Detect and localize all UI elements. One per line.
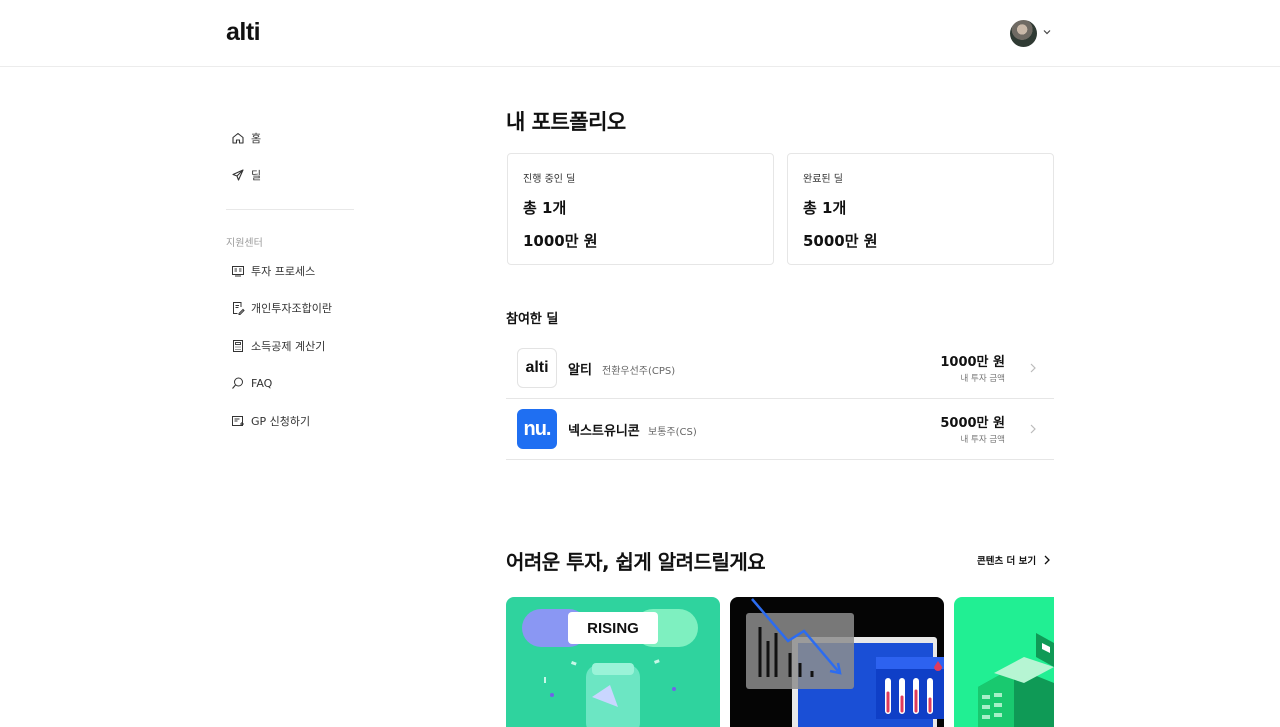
- more-content-link[interactable]: 콘텐츠 더 보기: [977, 553, 1052, 567]
- completed-deals-card: 완료된 딜 총 1개 5000만 원: [787, 153, 1054, 265]
- ongoing-deals-card: 진행 중인 딜 총 1개 1000만 원: [507, 153, 774, 265]
- participated-deals-title: 참여한 딜: [506, 312, 559, 327]
- top-header: alti: [0, 0, 1280, 67]
- support-center-heading: 지원센터: [226, 238, 263, 249]
- user-avatar[interactable]: [1010, 20, 1037, 47]
- content-card-market-chart[interactable]: [730, 597, 944, 727]
- sidebar-item-gp-apply[interactable]: GP 신청하기: [231, 412, 310, 430]
- sidebar-item-home[interactable]: 홈: [231, 129, 261, 147]
- sidebar-item-label: GP 신청하기: [251, 415, 311, 428]
- next-unicorn-logo: nu.: [517, 409, 557, 449]
- sidebar-item-label: 홈: [251, 132, 262, 145]
- home-icon: [232, 132, 244, 144]
- deal-amount: 5000만 원: [940, 416, 1005, 431]
- chevron-down-icon[interactable]: [1042, 27, 1052, 37]
- sidebar-item-deal[interactable]: 딜: [231, 166, 261, 184]
- chevron-right-icon: [1030, 363, 1036, 373]
- stat-count: 총 1개: [803, 199, 847, 217]
- calculator-icon: [233, 340, 243, 352]
- document-edit-icon: [233, 302, 245, 315]
- process-icon: [232, 266, 244, 277]
- sidebar-item-label: 소득공제 계산기: [251, 340, 326, 353]
- deal-amount-label: 내 투자 금액: [960, 435, 1005, 445]
- stat-amount: 5000만 원: [803, 232, 878, 250]
- chevron-right-icon: [1044, 555, 1050, 565]
- search-icon: [232, 377, 243, 389]
- content-section-title: 어려운 투자, 쉽게 알려드릴게요: [506, 550, 766, 574]
- rocket-icon: [232, 169, 244, 181]
- sidebar-item-tax-calculator[interactable]: 소득공제 계산기: [231, 337, 325, 355]
- market-chart-illustration: [746, 598, 944, 727]
- sidebar-item-label: FAQ: [251, 376, 273, 390]
- alti-logo[interactable]: alti: [226, 18, 261, 47]
- deal-amount-label: 내 투자 금액: [960, 374, 1005, 384]
- chevron-right-icon: [1030, 424, 1036, 434]
- content-card-building[interactable]: [954, 597, 1054, 727]
- sidebar-item-faq[interactable]: FAQ: [231, 374, 272, 392]
- stat-amount: 1000만 원: [523, 232, 598, 250]
- deal-row-alti[interactable]: alti 알티 전환우선주(CPS) 1000만 원 내 투자 금액: [506, 338, 1054, 399]
- stat-label: 진행 중인 딜: [523, 174, 576, 185]
- more-content-label: 콘텐츠 더 보기: [977, 556, 1037, 567]
- sidebar-item-label: 투자 프로세스: [251, 265, 316, 278]
- apply-icon: [232, 416, 244, 426]
- sidebar-item-label: 개인투자조합이란: [251, 302, 332, 315]
- deal-stock-type: 전환우선주(CPS): [602, 366, 676, 377]
- stat-count: 총 1개: [523, 199, 567, 217]
- rising-badge: RISING: [568, 612, 658, 644]
- deal-row-next-unicorn[interactable]: nu. 넥스트유니콘 보통주(CS) 5000만 원 내 투자 금액: [506, 399, 1054, 460]
- deal-amount: 1000만 원: [940, 355, 1005, 370]
- alti-logo: alti: [517, 348, 557, 388]
- deal-name: 알티: [568, 363, 592, 378]
- sidebar-item-process[interactable]: 투자 프로세스: [231, 262, 315, 280]
- content-card-rising[interactable]: RISING: [506, 597, 720, 727]
- portfolio-title: 내 포트폴리오: [506, 110, 626, 134]
- sidebar-item-fund-intro[interactable]: 개인투자조합이란: [231, 299, 332, 317]
- sidebar-divider: [226, 209, 354, 210]
- stat-label: 완료된 딜: [803, 174, 843, 185]
- sidebar-item-label: 딜: [251, 169, 262, 182]
- deal-stock-type: 보통주(CS): [648, 427, 697, 438]
- building-illustration: [978, 633, 1054, 727]
- deal-name: 넥스트유니콘: [568, 424, 640, 439]
